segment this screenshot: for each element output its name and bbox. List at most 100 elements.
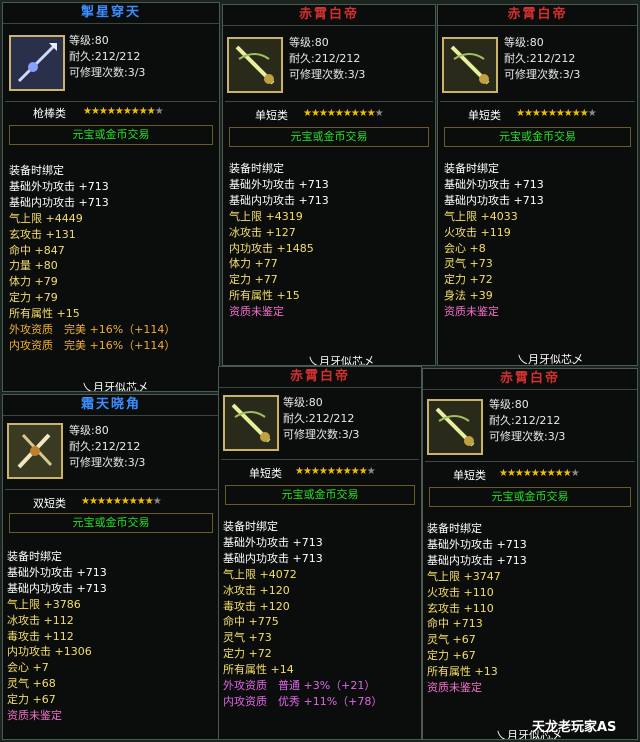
repairs-label: 可修理次数: [69, 456, 124, 469]
durability-label: 耐久: [69, 50, 91, 63]
trade-type: 元宝或金币交易: [9, 125, 213, 145]
item-title: 赤霄白帝: [423, 369, 637, 390]
level-value: :80: [511, 398, 529, 411]
durability-value: :212/212: [91, 440, 141, 453]
attribute-line: 玄攻击 +131: [9, 227, 76, 241]
attribute-line: 毒攻击 +112: [7, 629, 74, 643]
attribute-line: 外攻资质 完美 +16%（+114）: [9, 323, 176, 337]
bound-label: 装备时绑定: [229, 162, 284, 175]
attribute-line: 资质未鉴定: [229, 305, 284, 319]
item-title: 赤霄白帝: [223, 5, 435, 26]
attribute-line: 资质未鉴定: [427, 681, 482, 695]
level-label: 等级: [289, 36, 311, 49]
bound-label: 装备时绑定: [444, 162, 499, 175]
item-tooltip-panel: 赤霄白帝 等级:80 耐久:212/212 可修理次数:3/3 单短类 ★★★★…: [422, 368, 638, 740]
sword-weapon-icon: [227, 37, 283, 93]
attribute-line: 内功攻击 +1485: [229, 241, 314, 255]
attribute-line: 气上限 +3747: [427, 569, 501, 583]
attribute-line: 气上限 +4319: [229, 209, 303, 223]
attribute-line: 气上限 +4033: [444, 209, 518, 223]
attribute-line: 定力 +67: [7, 693, 56, 707]
trade-type: 元宝或金币交易: [229, 127, 429, 147]
item-tooltip-panel: 掣星穿天 等级:80 耐久:212/212 可修理次数:3/3 枪棒类 ★★★★…: [2, 2, 220, 392]
weapon-category: 单短类: [255, 109, 288, 122]
repairs-value: :3/3: [124, 456, 146, 469]
trade-type: 元宝或金币交易: [444, 127, 631, 147]
durability-label: 耐久: [69, 440, 91, 453]
level-value: :80: [91, 34, 109, 47]
attribute-line: 体力 +77: [229, 257, 278, 271]
weapon-category: 单短类: [453, 469, 486, 482]
item-title: 赤霄白帝: [219, 367, 421, 388]
item-tooltip-panel: 赤霄白帝 等级:80 耐久:212/212 可修理次数:3/3 单短类 ★★★★…: [222, 4, 436, 366]
repairs-label: 可修理次数: [504, 68, 559, 81]
bound-label: 装备时绑定: [427, 522, 482, 535]
attribute-line: 基础外功攻击 +713: [229, 177, 329, 191]
attribute-line: 基础内功攻击 +713: [223, 551, 323, 565]
attribute-line: 内攻资质 优秀 +11%（+78）: [223, 694, 383, 708]
durability-label: 耐久: [289, 52, 311, 65]
level-value: :80: [526, 36, 544, 49]
attribute-line: 定力 +72: [444, 273, 493, 287]
attribute-list: 装备时绑定 基础外功攻击 +713 基础内功攻击 +713 气上限 +4449 …: [9, 163, 175, 354]
attribute-line: 命中 +775: [223, 615, 279, 629]
durability-value: :212/212: [305, 412, 355, 425]
attribute-line: 会心 +8: [444, 241, 486, 255]
attribute-line: 所有属性 +15: [229, 289, 300, 303]
attribute-line: 毒攻击 +120: [223, 599, 290, 613]
attribute-line: 定力 +72: [223, 647, 272, 661]
attribute-line: 基础内功攻击 +713: [229, 193, 329, 207]
attribute-list: 装备时绑定 基础外功攻击 +713 基础内功攻击 +713 气上限 +3747 …: [427, 521, 527, 696]
attribute-line: 基础外功攻击 +713: [9, 179, 109, 193]
attribute-line: 冰攻击 +127: [229, 225, 296, 239]
bound-label: 装备时绑定: [223, 520, 278, 533]
sword-weapon-icon: [442, 37, 498, 93]
attribute-line: 基础内功攻击 +713: [9, 195, 109, 209]
repairs-label: 可修理次数: [289, 68, 344, 81]
attribute-line: 灵气 +67: [427, 633, 476, 647]
trade-type: 元宝或金币交易: [9, 513, 213, 533]
star-rating: ★★★★★★★★★★: [499, 468, 580, 479]
attribute-line: 所有属性 +15: [9, 307, 80, 321]
attribute-line: 会心 +7: [7, 661, 49, 675]
attribute-line: 命中 +847: [9, 243, 65, 257]
spear-weapon-icon: [9, 35, 65, 91]
attribute-line: 命中 +713: [427, 617, 483, 631]
attribute-line: 气上限 +4449: [9, 211, 83, 225]
attribute-line: 冰攻击 +120: [223, 583, 290, 597]
level-label: 等级: [504, 36, 526, 49]
author-footer: 乀月牙似芯乄: [308, 355, 374, 366]
attribute-line: 基础外功攻击 +713: [427, 537, 527, 551]
repairs-label: 可修理次数: [69, 66, 124, 79]
attribute-line: 定力 +67: [427, 649, 476, 663]
trade-type: 元宝或金币交易: [429, 487, 631, 507]
star-rating: ★★★★★★★★★★: [83, 106, 164, 117]
repairs-value: :3/3: [124, 66, 146, 79]
attribute-list: 装备时绑定 基础外功攻击 +713 基础内功攻击 +713 气上限 +3786 …: [7, 549, 107, 724]
durability-label: 耐久: [489, 414, 511, 427]
attribute-line: 定力 +77: [229, 273, 278, 287]
sword-weapon-icon: [223, 395, 279, 451]
repairs-value: :3/3: [559, 68, 581, 81]
attribute-line: 基础内功攻击 +713: [7, 581, 107, 595]
repairs-value: :3/3: [344, 68, 366, 81]
attribute-line: 气上限 +4072: [223, 567, 297, 581]
durability-value: :212/212: [91, 50, 141, 63]
attribute-line: 冰攻击 +112: [7, 613, 74, 627]
attribute-line: 所有属性 +14: [223, 663, 294, 677]
level-value: :80: [91, 424, 109, 437]
attribute-line: 内攻资质 完美 +16%（+114）: [9, 338, 176, 352]
attribute-line: 火攻击 +119: [444, 225, 511, 239]
author-footer: 乀月牙似芯乄: [82, 381, 148, 392]
star-rating: ★★★★★★★★★★: [81, 496, 162, 507]
attribute-list: 装备时绑定 基础外功攻击 +713 基础内功攻击 +713 气上限 +4033 …: [444, 161, 544, 320]
attribute-line: 外攻资质 普通 +3%（+21）: [223, 679, 376, 693]
level-label: 等级: [69, 424, 91, 437]
bound-label: 装备时绑定: [9, 164, 64, 177]
level-value: :80: [305, 396, 323, 409]
attribute-line: 所有属性 +13: [427, 665, 498, 679]
attribute-line: 灵气 +73: [444, 257, 493, 271]
attribute-line: 资质未鉴定: [7, 709, 62, 723]
attribute-line: 力量 +80: [9, 259, 58, 273]
weapon-category: 枪棒类: [33, 107, 66, 120]
